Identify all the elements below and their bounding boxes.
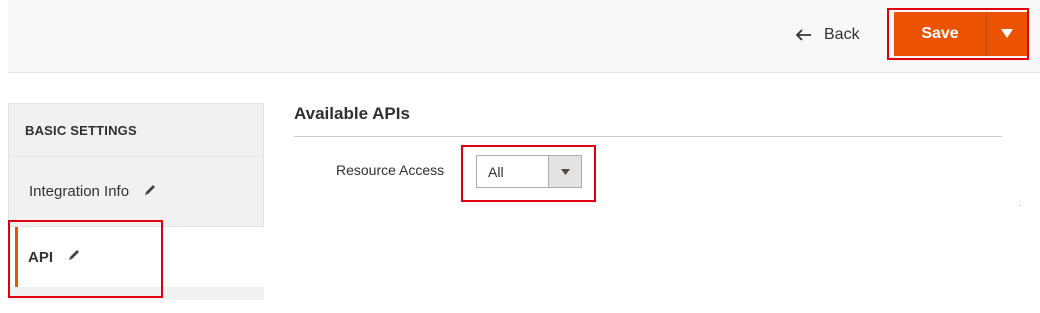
save-button[interactable]: Save xyxy=(894,12,986,56)
sidebar-item-label: Integration Info xyxy=(29,183,130,200)
section-title: Available APIs xyxy=(294,104,410,123)
pencil-icon xyxy=(143,183,157,201)
api-highlight-box xyxy=(8,220,163,298)
caret-down-icon xyxy=(1001,25,1013,43)
sidebar-title: BASIC SETTINGS xyxy=(8,103,264,157)
save-options-toggle[interactable] xyxy=(986,12,1027,56)
back-label: Back xyxy=(824,26,860,43)
resource-access-select[interactable]: All xyxy=(476,155,582,188)
section-divider xyxy=(294,136,1002,137)
dropdown-arrow-icon[interactable] xyxy=(548,156,581,187)
arrow-left-icon xyxy=(796,29,812,41)
sidebar-item-integration-info[interactable]: Integration Info xyxy=(8,157,264,227)
back-button[interactable]: Back xyxy=(796,24,860,46)
resource-access-label: Resource Access xyxy=(336,162,445,178)
save-button-group: Save xyxy=(894,12,1027,56)
stray-dot xyxy=(1019,205,1020,206)
resource-access-value: All xyxy=(488,163,504,180)
page-header xyxy=(8,0,1040,73)
